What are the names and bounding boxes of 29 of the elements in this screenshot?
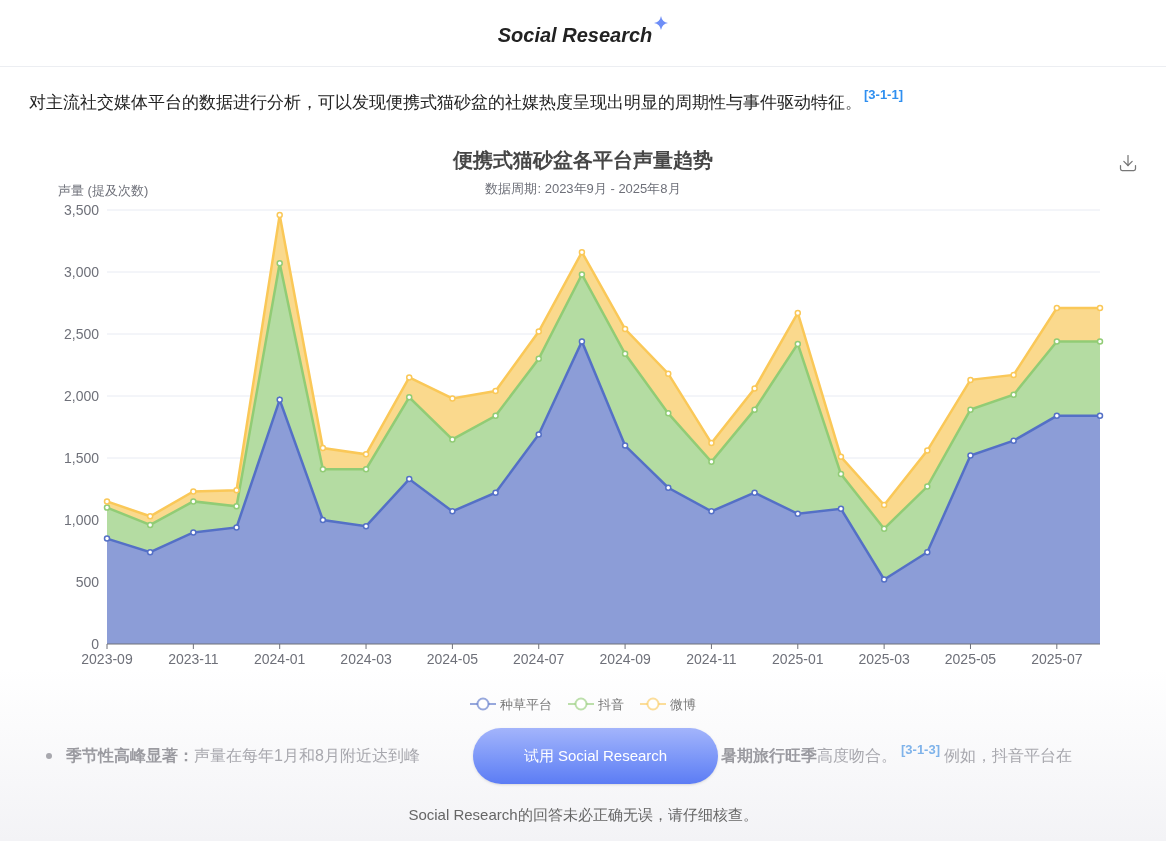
axis-label: 2023-09 [81,650,133,667]
y-axis-title: 声量 (提及次数) [58,182,149,200]
axis-label: 2025-03 [858,650,910,667]
axis-label: 2025-01 [772,650,824,667]
axis-label: 2024-03 [340,650,392,667]
axis-label: 2024-07 [513,650,565,667]
axis-label: 2025-07 [1031,650,1083,667]
axis-label: 500 [75,573,99,590]
bullet-text: 例如，抖音平台在 [944,746,1072,766]
intro-paragraph: 对主流社交媒体平台的数据进行分析，可以发现便携式猫砂盆的社媒热度呈现出明显的周期性与事件驱动特征。 [29,92,862,114]
app-title: Social Research [497,23,653,48]
axis-label: 1,500 [63,449,99,466]
bullet-text: 季节性高峰显著：声量在每年1月和8月附近达到峰 [66,747,420,764]
axis-label: 0 [91,635,99,652]
chart-title: 便携式猫砂盆各平台声量趋势 [453,148,713,173]
axis-label: 1,000 [63,511,99,528]
axis-label: 2,000 [63,387,99,404]
axis-label: 2024-01 [254,650,306,667]
axis-label: 2023-11 [168,650,219,667]
axis-label: 2,500 [63,325,99,342]
disclaimer: Social Research的回答未必正确无误，请仔细核查。 [408,805,758,825]
axis-label: 2024-09 [599,650,651,667]
axis-label: 3,500 [63,201,99,218]
axis-label: 2025-05 [944,650,997,667]
bullet-text: 暑期旅行旺季高度吻合。 [721,746,897,766]
axis-label: 3,000 [63,263,99,280]
axis-label: 2024-05 [426,650,479,667]
axis-label: 2024-11 [686,650,737,667]
chart-subtitle: 数据周期: 2023年9月 - 2025年8月 [485,180,681,198]
